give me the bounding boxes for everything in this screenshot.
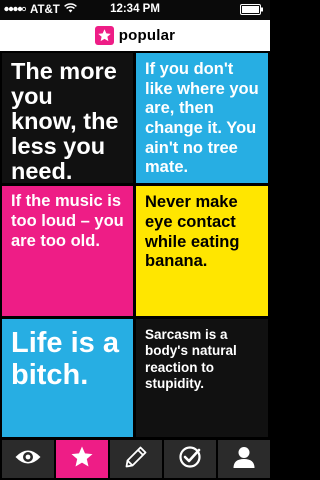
page-title: popular [118,27,176,44]
status-bar: AT&T 12:34 PM [0,0,270,20]
quote-card-2[interactable]: If you don't like where you are, then ch… [136,53,268,183]
tab-profile[interactable] [218,440,270,478]
clock: 12:34 PM [110,3,160,15]
tab-check[interactable] [164,440,216,478]
tab-popular[interactable] [56,440,108,478]
tab-watch[interactable] [2,440,54,478]
star-icon [70,445,94,474]
header: popular [0,20,270,51]
tab-bar [0,440,270,480]
pencil-icon [124,445,148,474]
quote-card-4[interactable]: Never make eye contact while eating bana… [136,186,268,316]
check-icon [178,445,202,474]
quote-card-1[interactable]: The more you know, the less you need. [2,53,133,183]
battery-icon [240,4,264,18]
quote-card-3[interactable]: If the music is too loud – you are too o… [2,186,133,316]
quote-text: Never make eye contact while eating bana… [145,193,240,271]
tab-write[interactable] [110,440,162,478]
star-icon [94,26,114,45]
quote-text: If you don't like where you are, then ch… [145,60,259,177]
quote-text: If the music is too loud – you are too o… [11,192,124,250]
quote-text: The more you know, the less you need. [11,58,119,184]
user-icon [232,445,256,474]
quote-card-5[interactable]: Life is a bitch. [2,319,133,437]
quote-text: Sarcasm is a body's natural reaction to … [145,327,237,392]
quote-card-6[interactable]: Sarcasm is a body's natural reaction to … [136,319,268,437]
eye-icon [14,447,42,472]
quote-text: Life is a bitch. [11,327,119,391]
